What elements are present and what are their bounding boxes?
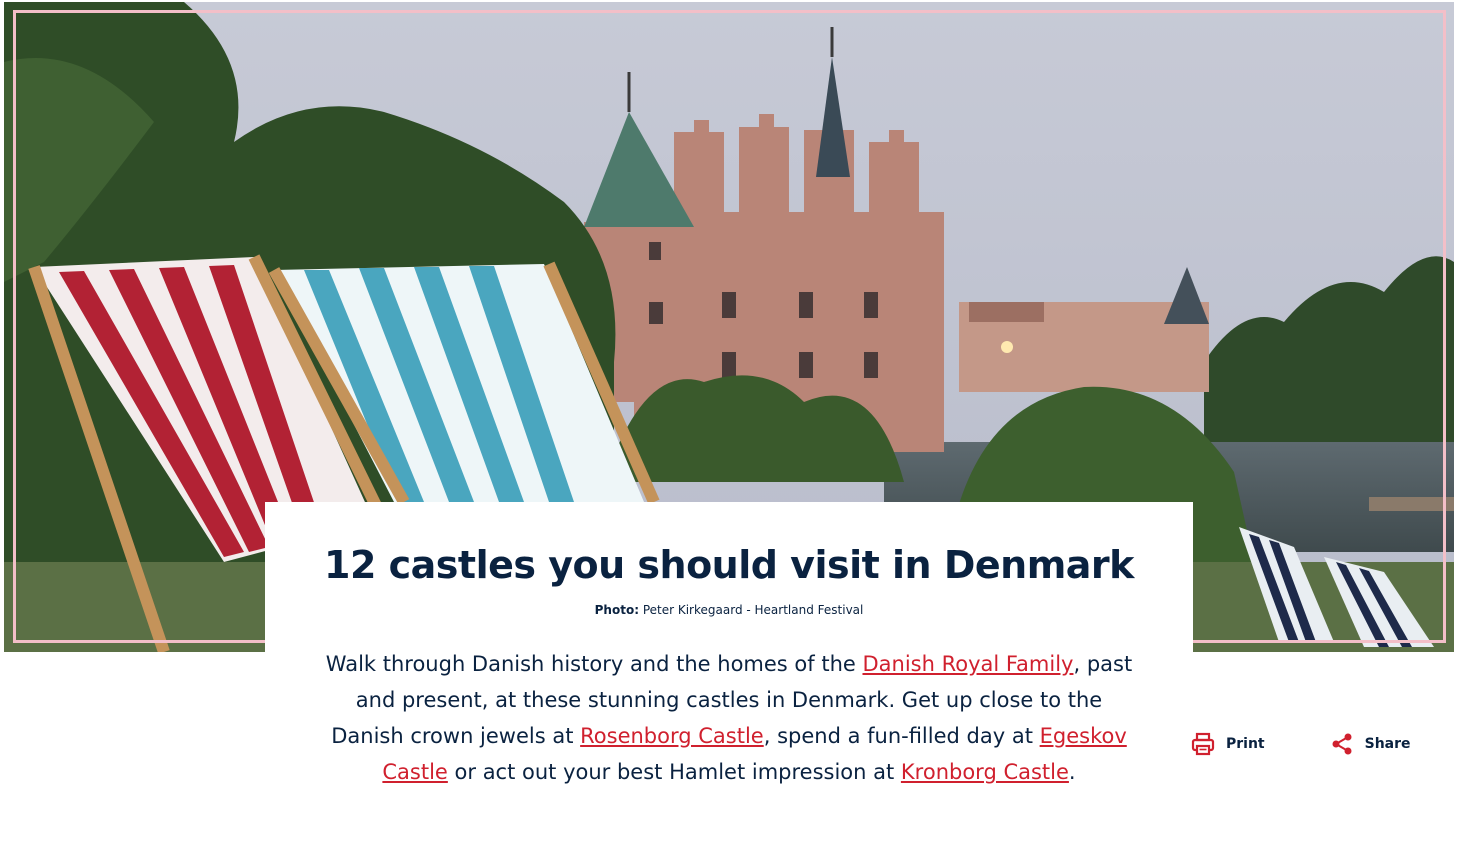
- intro-text-4: or act out your best Hamlet impression a…: [447, 760, 901, 784]
- rosenborg-castle-link[interactable]: Rosenborg Castle: [580, 724, 764, 748]
- print-label: Print: [1226, 736, 1265, 752]
- photo-credit-text: Peter Kirkegaard - Heartland Festival: [642, 603, 864, 617]
- photo-credit-label: Photo:: [594, 603, 639, 617]
- intro-paragraph: Walk through Danish history and the home…: [318, 646, 1140, 790]
- intro-text-1: Walk through Danish history and the home…: [325, 652, 863, 676]
- share-label: Share: [1364, 736, 1411, 752]
- kronborg-castle-link[interactable]: Kronborg Castle: [901, 760, 1069, 784]
- print-button[interactable]: Print: [1190, 731, 1265, 757]
- page-title: 12 castles you should visit in Denmark: [324, 543, 1134, 587]
- title-card: 12 castles you should visit in Denmark P…: [265, 502, 1193, 652]
- article-actions: Print Share: [1190, 728, 1411, 760]
- photo-credit: Photo: Peter Kirkegaard - Heartland Fest…: [265, 603, 1193, 617]
- share-icon: [1332, 733, 1352, 755]
- printer-icon: [1191, 732, 1215, 756]
- share-button[interactable]: Share: [1329, 731, 1411, 757]
- danish-royal-family-link[interactable]: Danish Royal Family: [862, 652, 1073, 676]
- intro-text-3: , spend a fun-filled day at: [763, 724, 1040, 748]
- intro-text-5: .: [1068, 760, 1076, 784]
